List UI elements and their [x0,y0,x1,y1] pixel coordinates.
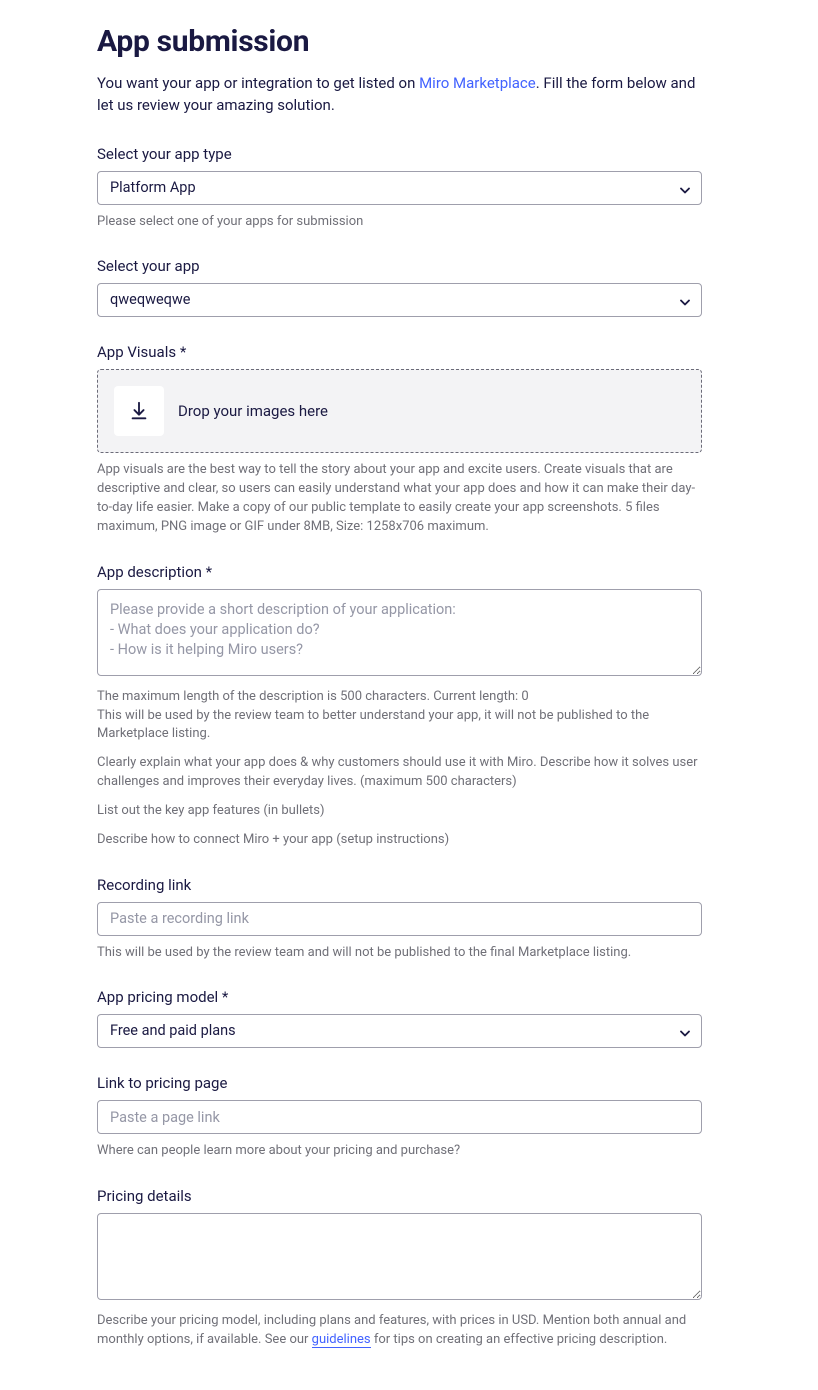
app-type-label: Select your app type [97,145,702,163]
app-label: Select your app [97,257,702,275]
pricing-model-select[interactable]: Free and paid plans [97,1014,702,1048]
description-helper-3: List out the key app features (in bullet… [97,802,702,821]
visuals-label: App Visuals * [97,343,702,361]
pricing-page-input[interactable] [97,1100,702,1134]
intro-pre: You want your app or integration to get … [97,74,419,92]
recording-label: Recording link [97,876,702,894]
recording-helper: This will be used by the review team and… [97,944,702,963]
pricing-helper-post: for tips on creating an effective pricin… [371,1332,668,1347]
visuals-dropzone[interactable]: Drop your images here [97,369,702,453]
description-textarea[interactable] [97,589,702,676]
description-helper-2: Clearly explain what your app does & why… [97,754,702,792]
description-helper-4: Describe how to connect Miro + your app … [97,831,702,850]
pricing-details-helper: Describe your pricing model, including p… [97,1312,702,1350]
app-type-helper: Please select one of your apps for submi… [97,213,702,232]
guidelines-link[interactable]: guidelines [312,1332,371,1348]
app-select[interactable]: qweqweqwe [97,283,702,317]
intro-text: You want your app or integration to get … [97,73,702,117]
download-icon [114,386,164,436]
pricing-details-textarea[interactable] [97,1213,702,1300]
page-title: App submission [97,24,702,59]
description-label: App description * [97,563,702,581]
visuals-helper: App visuals are the best way to tell the… [97,461,702,536]
pricing-page-label: Link to pricing page [97,1074,702,1092]
recording-input[interactable] [97,902,702,936]
app-type-select[interactable]: Platform App [97,171,702,205]
pricing-details-label: Pricing details [97,1187,702,1205]
pricing-page-helper: Where can people learn more about your p… [97,1142,702,1161]
description-helper-1: The maximum length of the description is… [97,688,702,745]
pricing-model-label: App pricing model * [97,988,702,1006]
marketplace-link[interactable]: Miro Marketplace [419,74,536,92]
dropzone-text: Drop your images here [178,402,328,420]
